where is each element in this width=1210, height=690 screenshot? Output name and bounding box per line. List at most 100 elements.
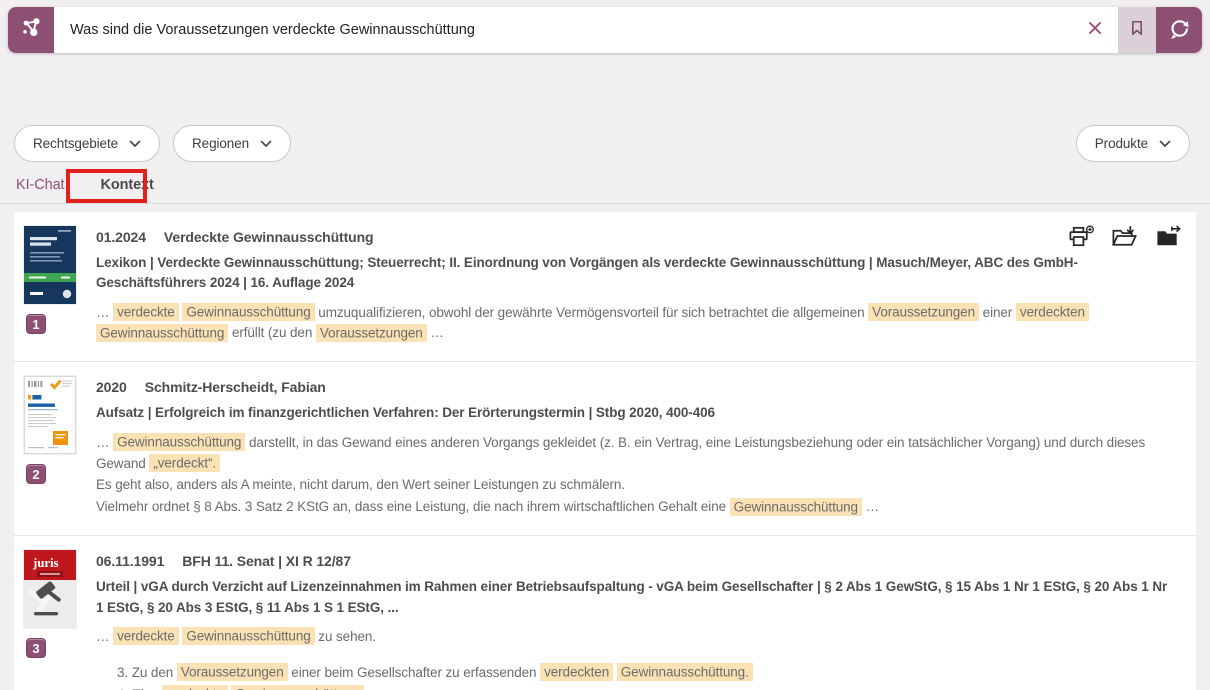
result-header: 01.2024 Verdeckte Gewinnausschüttung [96, 229, 1178, 245]
highlighted-term: verdeckte [113, 627, 179, 645]
snippet-text: Es geht also, anders als A meinte, nicht… [96, 477, 625, 492]
highlighted-term: Gewinnausschüttung [182, 303, 314, 321]
result-subtitle: Lexikon | Verdeckte Gewinnausschüttung; … [96, 253, 1178, 294]
result-actions [1067, 225, 1182, 249]
filter-label: Regionen [192, 136, 249, 151]
result-header: 06.11.1991 BFH 11. Senat | XI R 12/87 [96, 553, 1178, 569]
folder-download-icon[interactable] [1111, 225, 1138, 249]
tabs-divider [0, 203, 1210, 204]
result-header: 2020 Schmitz-Herscheidt, Fabian [96, 379, 1178, 395]
result-thumbnail[interactable]: juris [24, 550, 76, 628]
snippet-line: … verdeckte Gewinnausschüttung umzuquali… [96, 303, 1178, 345]
folder-export-icon[interactable] [1155, 225, 1182, 249]
snippet-text: einer beim Gesellschafter zu erfassenden [288, 665, 540, 680]
page: Rechtsgebiete Regionen Produkte KI-Chat … [0, 0, 1210, 690]
filter-produkte[interactable]: Produkte [1076, 125, 1190, 162]
result-title[interactable]: BFH 11. Senat | XI R 12/87 [182, 553, 351, 569]
bookmark-icon [1127, 18, 1147, 43]
snippet-text: 3. Zu den [117, 665, 177, 680]
clear-search-button[interactable] [1072, 7, 1118, 53]
snippet-line: Vielmehr ordnet § 8 Abs. 3 Satz 2 KStG a… [96, 497, 1178, 518]
tab-bar: KI-Chat Kontext [16, 177, 154, 199]
chevron-down-icon [260, 136, 272, 151]
filter-group-right: Produkte [1076, 125, 1190, 162]
result-thumbnail[interactable] [24, 376, 76, 454]
snippet-text: … [96, 305, 113, 320]
filter-label: Produkte [1095, 136, 1148, 151]
snippet-line: 3. Zu den Voraussetzungen einer beim Ges… [96, 663, 1178, 684]
result-snippet: … verdeckte Gewinnausschüttung umzuquali… [96, 303, 1178, 345]
tab-kontext[interactable]: Kontext [100, 177, 153, 199]
result-date: 06.11.1991 [96, 553, 164, 569]
result-item[interactable]: 1 01.2024 Verdeckte Gewinnausschüttung Le… [14, 212, 1196, 361]
result-left-column: 1 [24, 226, 76, 344]
snippet-text: einer [979, 305, 1016, 320]
result-item[interactable]: juris 3 06.11.1991 BFH 11. Senat | XI R 1… [14, 535, 1196, 690]
highlighted-term: Gewinnausschüttung [182, 627, 314, 645]
snippet-text: umzuqualifizieren, obwohl der gewährte V… [315, 305, 869, 320]
results-list: 1 01.2024 Verdeckte Gewinnausschüttung Le… [14, 212, 1196, 690]
result-subtitle: Urteil | vGA durch Verzicht auf Lizenzei… [96, 577, 1178, 618]
result-number-badge: 1 [26, 314, 46, 334]
snippet-text: … [862, 499, 879, 514]
highlighted-term: Gewinnausschüttung [96, 324, 228, 342]
snippet-line: … Gewinnausschüttung darstellt, in das G… [96, 433, 1178, 475]
assistant-button[interactable] [8, 7, 54, 53]
highlighted-term: Gewinnausschüttung [231, 685, 363, 690]
snippet-line: Es geht also, anders als A meinte, nicht… [96, 475, 1178, 496]
filter-label: Rechtsgebiete [33, 136, 118, 151]
result-content: 06.11.1991 BFH 11. Senat | XI R 12/87 Urt… [96, 550, 1178, 690]
snippet-text: … [96, 435, 113, 450]
highlighted-term: Gewinnausschüttung. [617, 663, 753, 681]
result-title[interactable]: Schmitz-Herscheidt, Fabian [145, 379, 326, 395]
highlighted-term: verdeckten [540, 663, 613, 681]
tab-ki-chat[interactable]: KI-Chat [16, 177, 64, 199]
snippet-text: erfüllt (zu den [228, 325, 316, 340]
highlighted-term: verdeckten [1016, 303, 1089, 321]
filter-regionen[interactable]: Regionen [173, 125, 291, 162]
chat-refresh-button[interactable] [1156, 7, 1202, 53]
result-number-badge: 3 [26, 638, 46, 658]
snippet-text: darstellt, in das Gewand eines anderen V… [96, 435, 1145, 471]
network-icon [18, 15, 44, 46]
result-item[interactable]: 2 2020 Schmitz-Herscheidt, Fabian Aufsatz… [14, 361, 1196, 535]
results-panel: 1 01.2024 Verdeckte Gewinnausschüttung Le… [14, 212, 1196, 690]
snippet-text: … [96, 629, 113, 644]
snippet-text: Vielmehr ordnet § 8 Abs. 3 Satz 2 KStG a… [96, 499, 730, 514]
snippet-text: … [427, 325, 444, 340]
result-content: 2020 Schmitz-Herscheidt, Fabian Aufsatz |… [96, 376, 1178, 518]
search-input[interactable] [54, 7, 1072, 53]
result-left-column: 2 [24, 376, 76, 518]
highlighted-term: verdeckte [162, 685, 228, 690]
result-number-badge: 2 [26, 464, 46, 484]
highlighted-term: Voraussetzungen [868, 303, 979, 321]
result-subtitle: Aufsatz | Erfolgreich im finanzgerichtli… [96, 403, 1178, 423]
snippet-line: … verdeckte Gewinnausschüttung zu sehen. [96, 627, 1178, 648]
result-date: 2020 [96, 379, 127, 395]
snippet-text: 4. Eine [117, 687, 162, 690]
snippet-text: … [364, 687, 381, 690]
result-title[interactable]: Verdeckte Gewinnausschüttung [164, 229, 374, 245]
print-add-icon[interactable] [1067, 225, 1094, 249]
search-bar [8, 7, 1202, 53]
highlighted-term: „verdeckt“. [149, 454, 220, 472]
snippet-text: zu sehen. [315, 629, 376, 644]
result-snippet: … Gewinnausschüttung darstellt, in das G… [96, 433, 1178, 519]
result-left-column: juris 3 [24, 550, 76, 690]
chevron-down-icon [1159, 136, 1171, 151]
highlighted-term: Voraussetzungen [177, 663, 288, 681]
result-date: 01.2024 [96, 229, 146, 245]
chevron-down-icon [129, 136, 141, 151]
highlighted-term: Gewinnausschüttung [730, 498, 862, 516]
highlighted-term: Gewinnausschüttung [113, 433, 245, 451]
result-content: 01.2024 Verdeckte Gewinnausschüttung Lexi… [96, 226, 1178, 344]
filter-rechtsgebiete[interactable]: Rechtsgebiete [14, 125, 160, 162]
snippet-line: 4. Eine verdeckte Gewinnausschüttung … [96, 685, 1178, 690]
close-icon [1084, 17, 1106, 44]
highlighted-term: verdeckte [113, 303, 179, 321]
result-snippet: … verdeckte Gewinnausschüttung zu sehen.… [96, 627, 1178, 690]
result-thumbnail[interactable] [24, 226, 76, 304]
bookmark-button[interactable] [1118, 7, 1156, 53]
svg-text:juris: juris [32, 555, 59, 570]
highlighted-term: Voraussetzungen [316, 324, 427, 342]
